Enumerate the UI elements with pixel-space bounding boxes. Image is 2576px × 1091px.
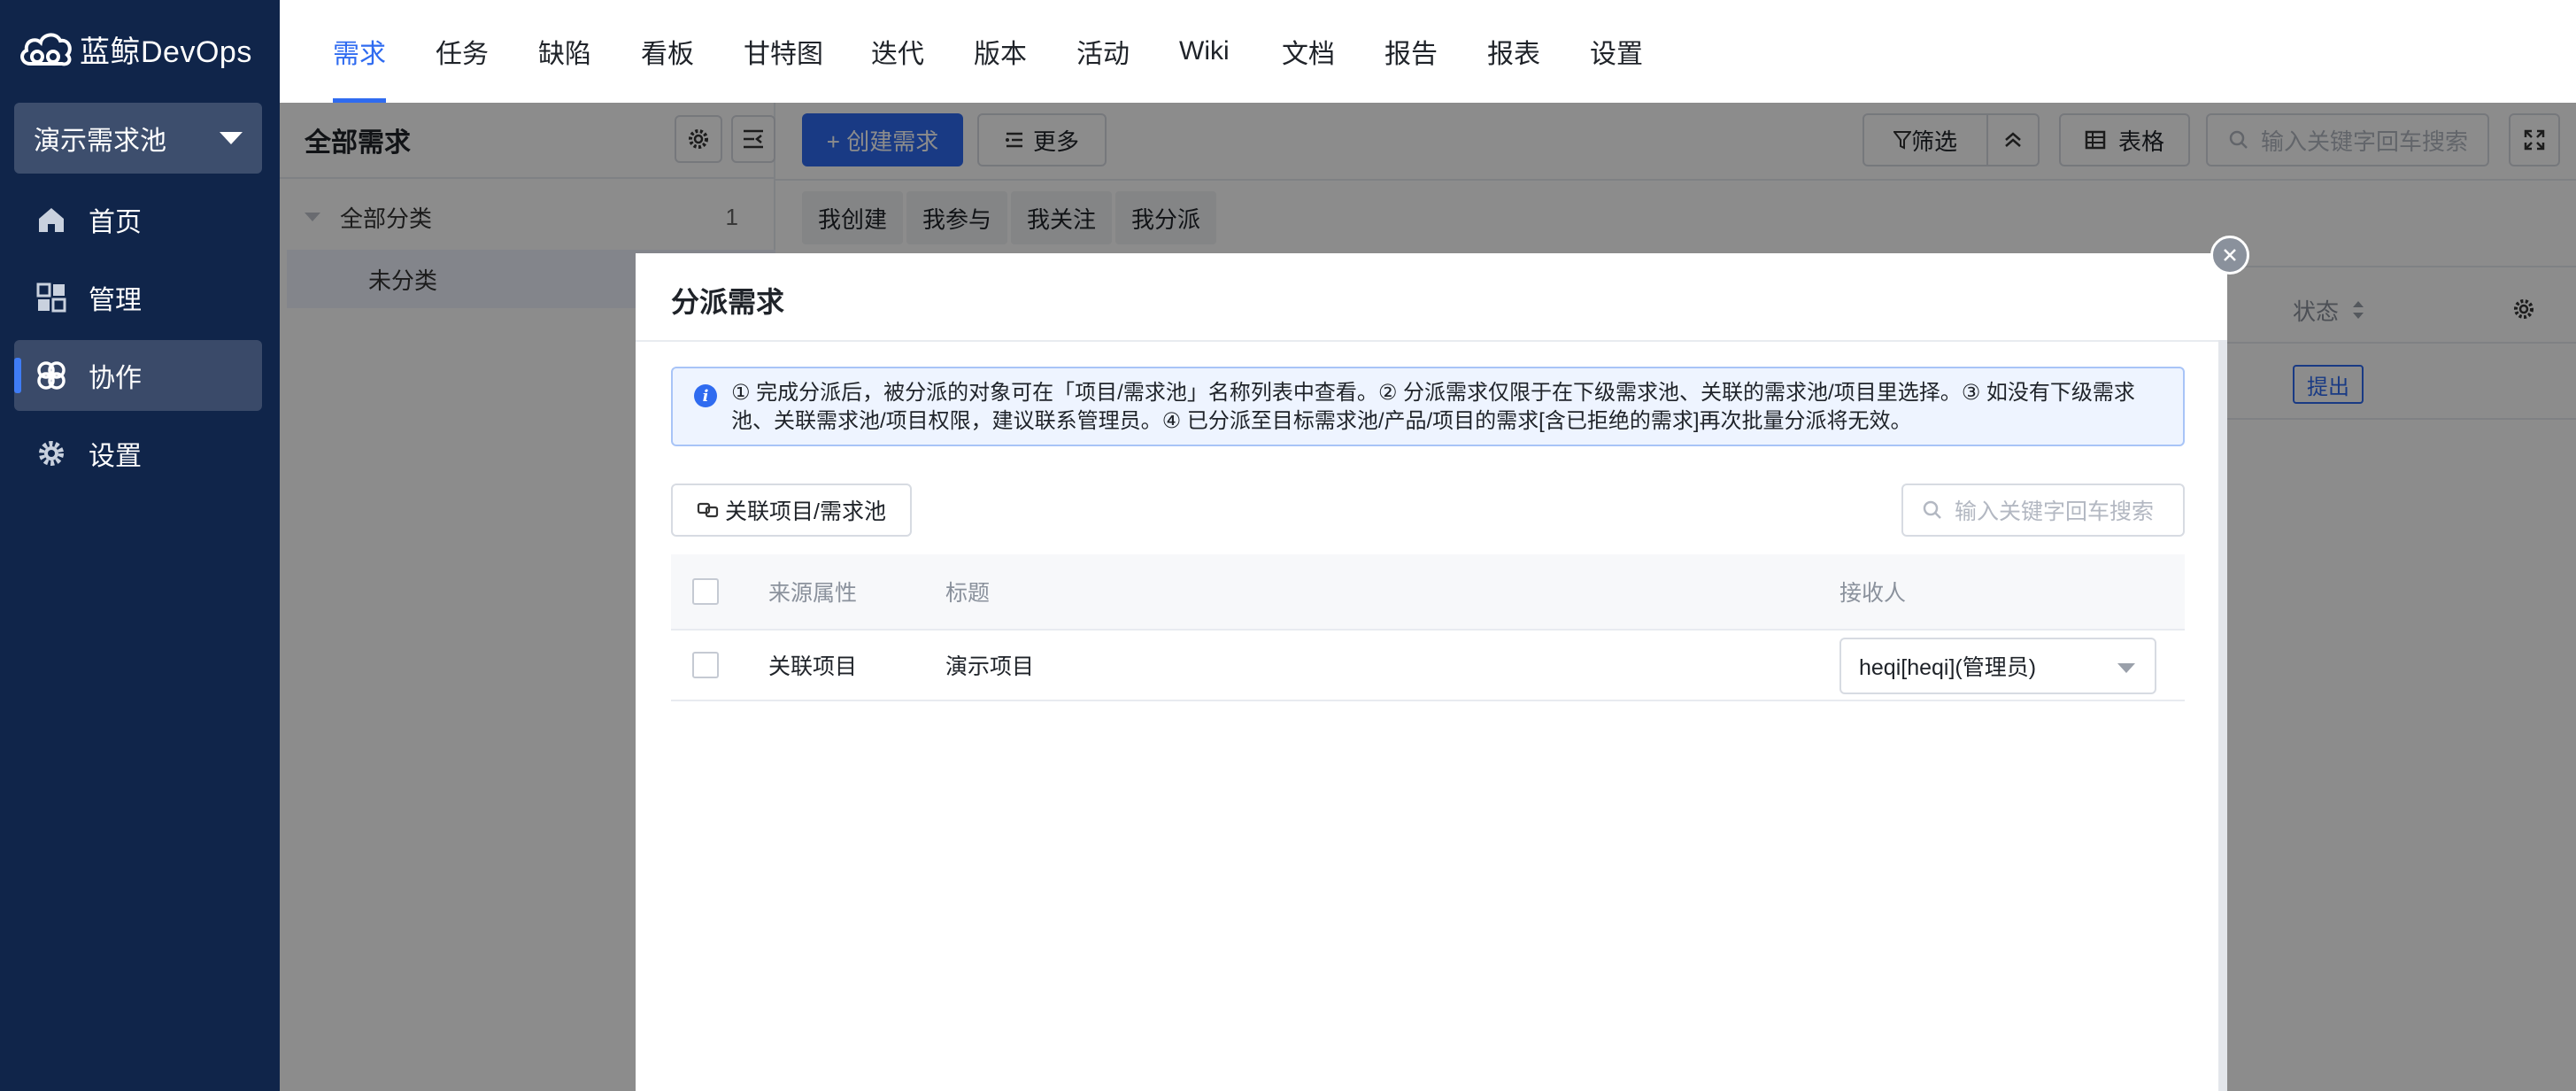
app-name: 蓝鲸DevOps bbox=[80, 35, 252, 69]
tab-requirements[interactable]: 需求 bbox=[333, 0, 386, 103]
close-icon bbox=[2224, 249, 2236, 261]
sidebar-item-manage[interactable]: 管理 bbox=[14, 262, 262, 333]
tab-bugs[interactable]: 缺陷 bbox=[538, 0, 591, 103]
tab-wiki[interactable]: Wiki bbox=[1179, 0, 1230, 103]
row-checkbox[interactable] bbox=[692, 652, 719, 678]
tab-versions[interactable]: 版本 bbox=[974, 0, 1027, 103]
sidebar-item-collab[interactable]: 协作 bbox=[14, 340, 262, 411]
row-select-cell bbox=[692, 631, 719, 700]
link-project-pool-button[interactable]: 关联项目/需求池 bbox=[671, 484, 912, 537]
assignee-value: heqi[heqi](管理员) bbox=[1859, 655, 2037, 680]
search-icon bbox=[1923, 500, 1941, 519]
notice-text: ① 完成分派后，被分派的对象可在「项目/需求池」名称列表中查看。② 分派需求仅限… bbox=[731, 381, 2135, 433]
tab-kanban[interactable]: 看板 bbox=[641, 0, 694, 103]
divider bbox=[636, 340, 2218, 342]
select-all-cell bbox=[692, 554, 719, 629]
sidebar-item-settings[interactable]: 设置 bbox=[14, 418, 262, 489]
assign-notice: i ① 完成分派后，被分派的对象可在「项目/需求池」名称列表中查看。② 分派需求… bbox=[671, 367, 2185, 446]
dialog-title: 分派需求 bbox=[671, 286, 785, 318]
sidebar-item-label: 管理 bbox=[89, 286, 142, 315]
tab-iterations[interactable]: 迭代 bbox=[871, 0, 924, 103]
close-dialog-button[interactable] bbox=[2210, 236, 2249, 275]
tab-reports[interactable]: 报告 bbox=[1384, 0, 1438, 103]
sidebar-item-label: 设置 bbox=[89, 442, 142, 471]
tab-activity[interactable]: 活动 bbox=[1076, 0, 1130, 103]
link-icon bbox=[697, 502, 719, 518]
caret-down-icon bbox=[2117, 663, 2135, 673]
table-header: 来源属性 标题 接收人 bbox=[671, 554, 2185, 631]
search-placeholder: 输入关键字回车搜索 bbox=[1955, 499, 2155, 524]
grid-icon bbox=[35, 282, 67, 313]
pool-selector[interactable]: 演示需求池 bbox=[14, 103, 262, 174]
dialog-search-input[interactable]: 输入关键字回车搜索 bbox=[1901, 484, 2185, 537]
info-icon: i bbox=[694, 384, 717, 407]
link-button-label: 关联项目/需求池 bbox=[725, 499, 886, 524]
tab-docs[interactable]: 文档 bbox=[1282, 0, 1335, 103]
assign-table: 来源属性 标题 接收人 关联项目 演示项目 heqi[heqi](管理员) bbox=[671, 554, 2185, 701]
column-header-source: 来源属性 bbox=[768, 581, 858, 606]
home-icon bbox=[35, 204, 67, 236]
top-nav: 需求 任务 缺陷 看板 甘特图 迭代 版本 活动 Wiki 文档 报告 报表 设… bbox=[280, 0, 2576, 103]
tab-gantt[interactable]: 甘特图 bbox=[744, 0, 823, 103]
sidebar-item-label: 首页 bbox=[89, 208, 142, 237]
row-source: 关联项目 bbox=[768, 654, 858, 679]
app-logo[interactable]: 蓝鲸DevOps bbox=[18, 25, 252, 73]
gear-icon bbox=[35, 437, 67, 469]
tab-statements[interactable]: 报表 bbox=[1487, 0, 1540, 103]
caret-down-icon bbox=[220, 132, 243, 144]
assign-requirement-dialog: 分派需求 i ① 完成分派后，被分派的对象可在「项目/需求池」名称列表中查看。②… bbox=[636, 253, 2227, 1091]
collab-icon bbox=[35, 360, 67, 391]
sidebar-item-label: 协作 bbox=[89, 364, 142, 393]
sidebar: 蓝鲸DevOps 演示需求池 首页 管理 协作 设置 bbox=[0, 0, 280, 1091]
assignee-select[interactable]: heqi[heqi](管理员) bbox=[1839, 638, 2156, 694]
select-all-checkbox[interactable] bbox=[692, 578, 719, 605]
row-title: 演示项目 bbox=[945, 654, 1035, 679]
cloud-logo-icon bbox=[20, 33, 72, 66]
table-row: 关联项目 演示项目 heqi[heqi](管理员) bbox=[671, 631, 2185, 701]
column-header-title: 标题 bbox=[945, 581, 991, 606]
column-header-assignee: 接收人 bbox=[1839, 581, 1907, 606]
tab-settings[interactable]: 设置 bbox=[1590, 0, 1643, 103]
sidebar-item-home[interactable]: 首页 bbox=[14, 184, 262, 255]
tab-tasks[interactable]: 任务 bbox=[436, 0, 489, 103]
dialog-scrollbar[interactable] bbox=[2218, 340, 2227, 1091]
pool-selector-label: 演示需求池 bbox=[34, 127, 166, 156]
